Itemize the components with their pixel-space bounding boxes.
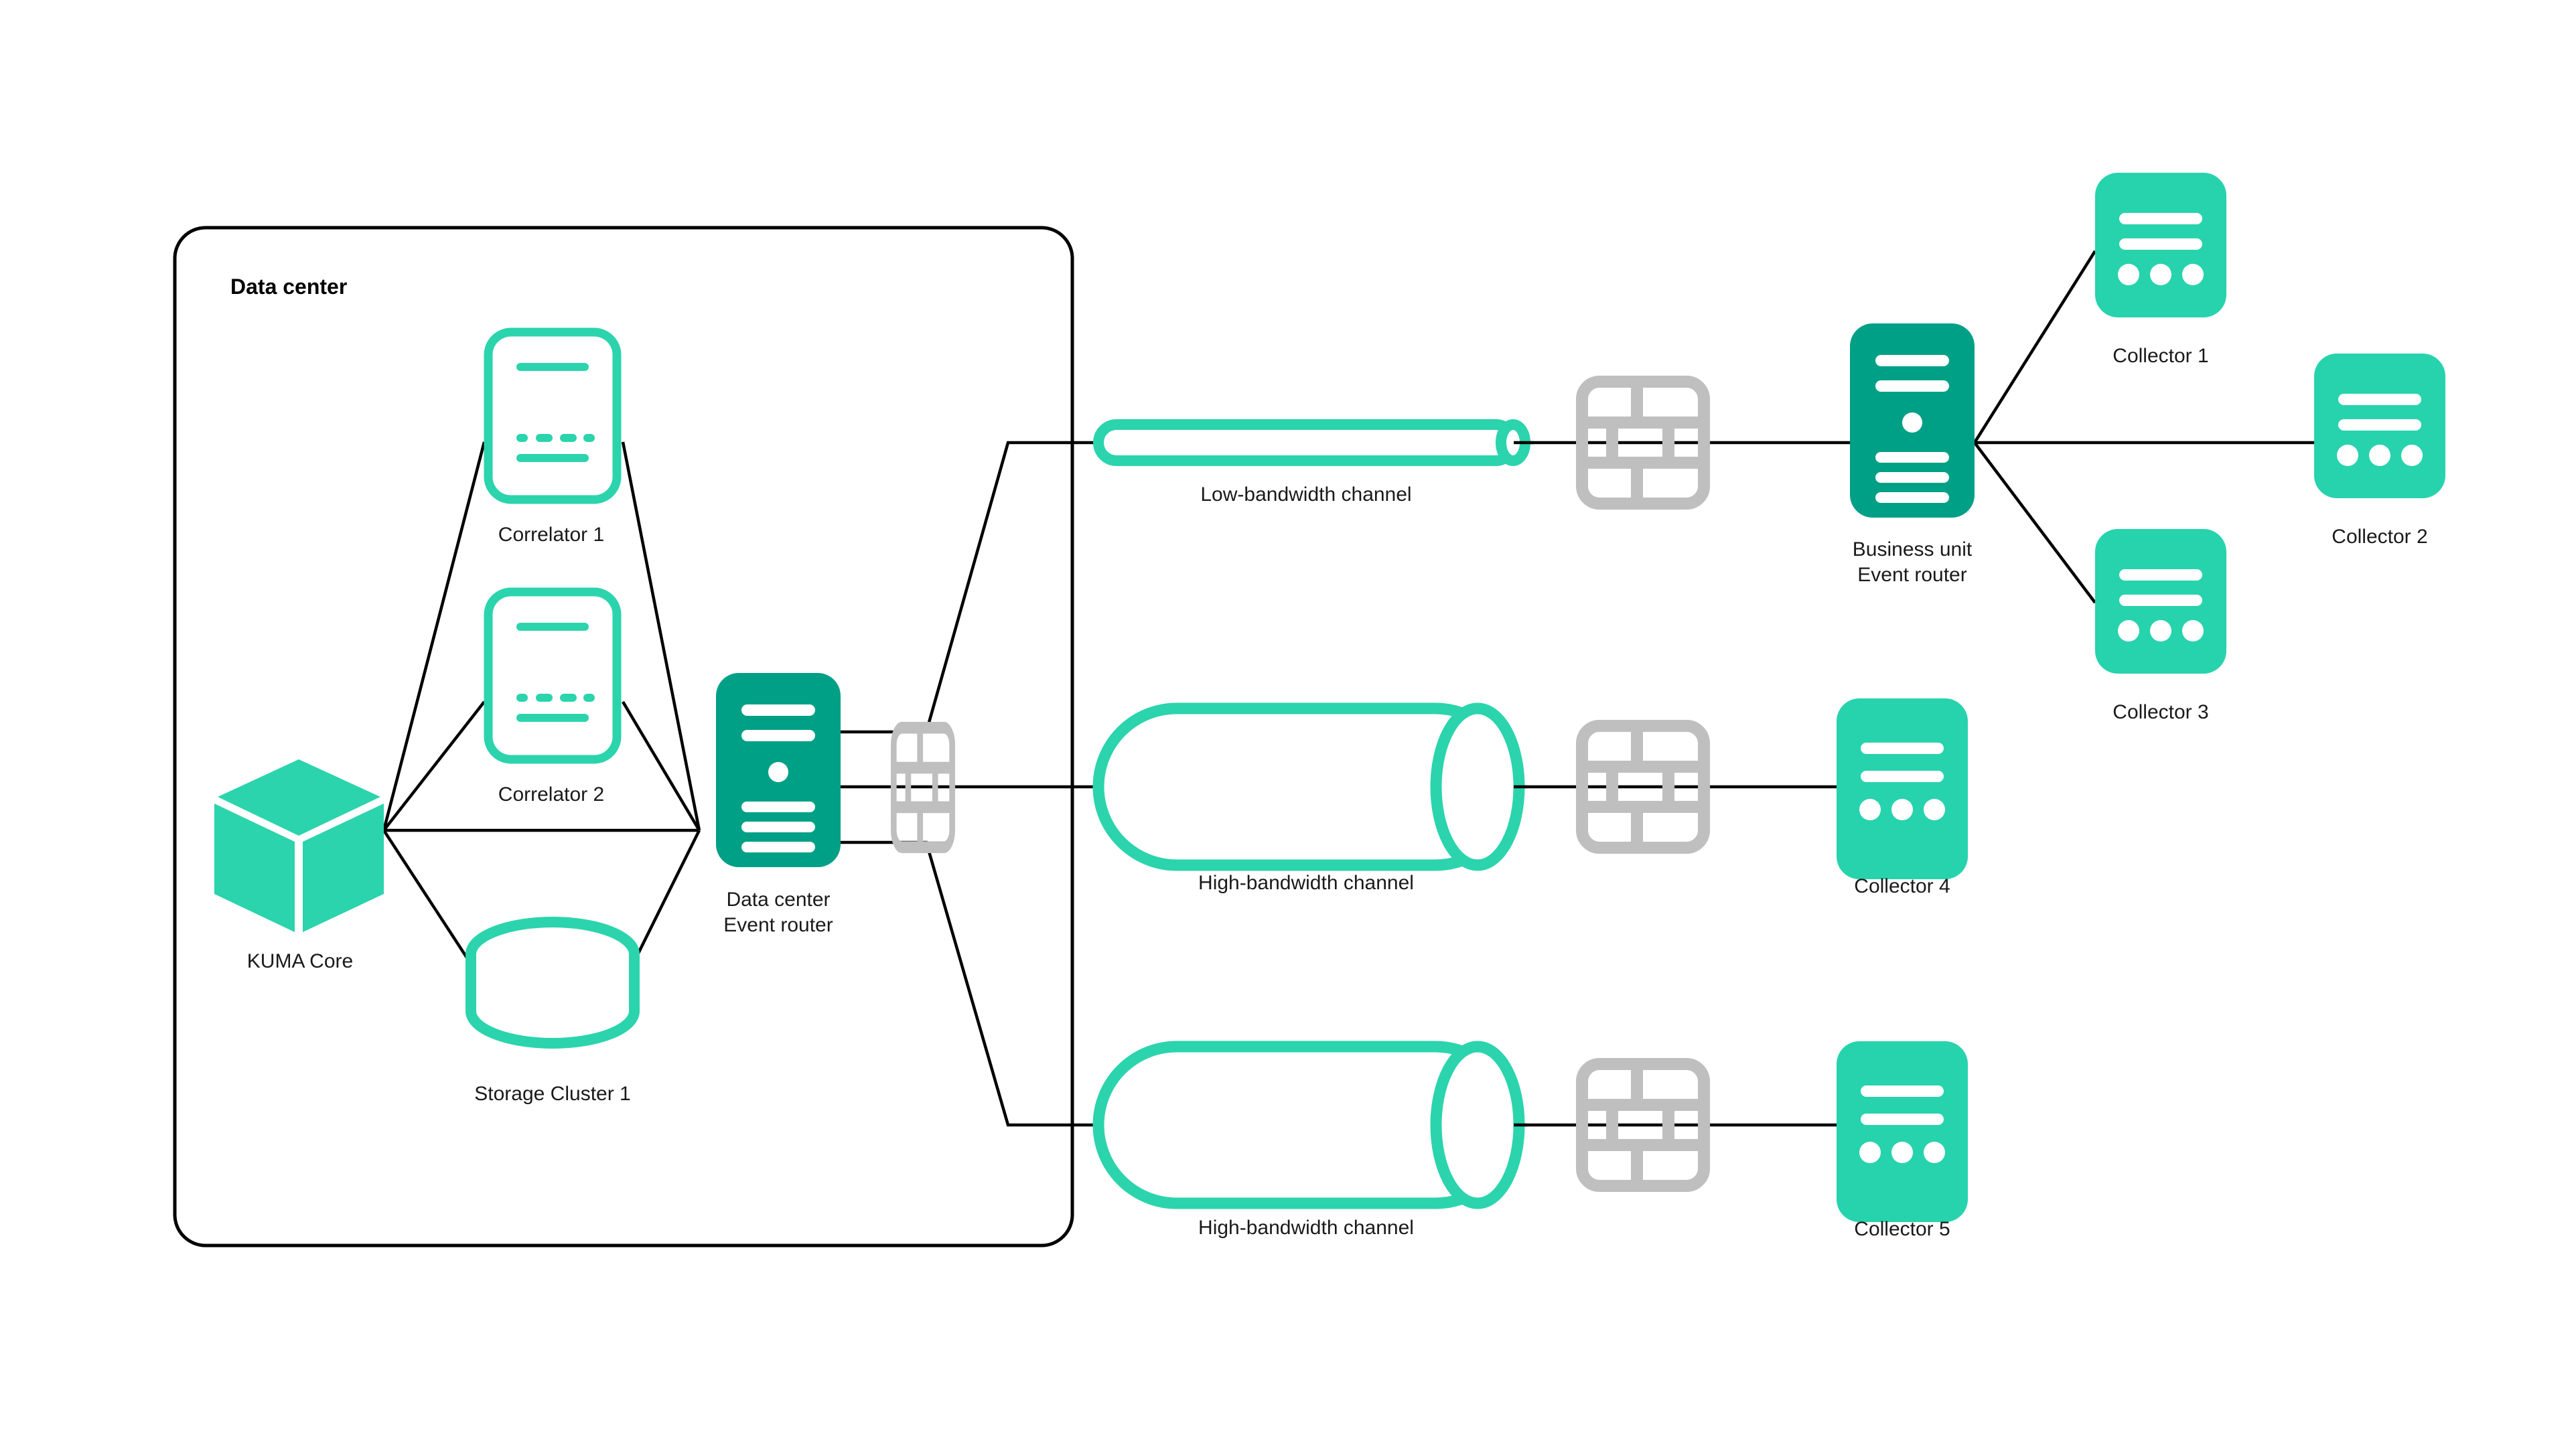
database-icon [466, 917, 640, 1049]
data-center-boundary [173, 226, 1074, 1248]
link-core-correlator1 [382, 441, 486, 831]
cube-icon [214, 759, 384, 932]
data-center-zone-label: Data center [230, 275, 348, 299]
diagram-graphics [173, 173, 2445, 1248]
link-burouter-collector3 [1973, 441, 2096, 604]
collector-icon-1 [2095, 173, 2226, 317]
channel-low-graphic [1093, 419, 1530, 466]
collector-icon-2 [2314, 354, 2445, 498]
collector-icon-5 [1837, 1041, 1968, 1222]
link-router-channel-low [841, 441, 1534, 734]
collector-icon-4 [1837, 698, 1968, 879]
diagram-canvas: Data center KUMA Core Correlator 1 Corre… [0, 0, 2576, 1435]
link-core-correlator2 [382, 700, 486, 832]
event-router-icon-bu [1850, 323, 1975, 518]
event-router-icon-dc [716, 673, 841, 867]
collector-icon-3 [2095, 529, 2226, 674]
link-burouter-collector1 [1973, 250, 2096, 444]
correlator-icon-1 [488, 332, 617, 500]
channel-high-1-graphic [1092, 702, 1525, 871]
correlator-icon-2 [488, 592, 617, 759]
link-correlator1-router [621, 441, 701, 831]
channel-high-2-graphic [1092, 1041, 1525, 1209]
